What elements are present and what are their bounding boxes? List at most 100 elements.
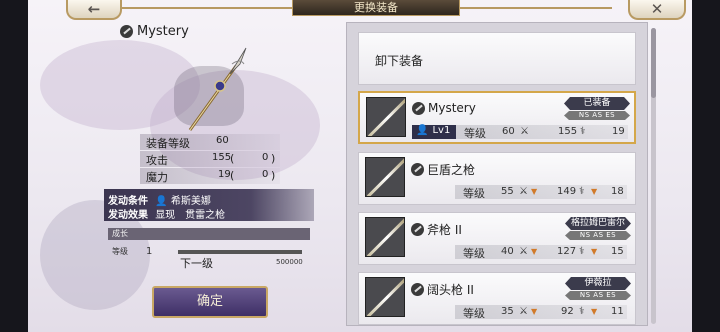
skill-trigger: 发动条件 👤 希斯美娜 <box>108 192 211 207</box>
card-level: 40 <box>501 246 514 257</box>
sword-icon: ⚔ <box>519 306 528 317</box>
person-icon: 👤 <box>416 125 429 136</box>
spear-type-icon <box>411 283 424 296</box>
level-label: 等级 <box>463 247 485 260</box>
stat-value: 155 <box>212 152 232 163</box>
level-label: 等级 <box>463 187 485 200</box>
level-badge: 👤 Lv1 <box>412 125 456 139</box>
staff-icon: ⚕ <box>579 246 585 257</box>
paren-open: ( <box>230 152 235 165</box>
card-name: 斧枪 II <box>427 223 462 237</box>
card-level: 55 <box>501 186 514 197</box>
level-label: 等级 <box>464 127 486 140</box>
level-label: 等级 <box>463 307 485 320</box>
card-stats: 等级 55 ⚔ ▼ 149 ⚕ ▼ 18 <box>455 185 627 200</box>
growth-progress-bar <box>178 250 302 254</box>
paren-close: ) <box>271 169 276 182</box>
tribe-tags: NS AS ES <box>564 111 630 120</box>
equipment-card[interactable]: 斧枪 II 等级 40 ⚔ ▼ 127 ⚕ ▼ 15 格拉姆巴雷尔 NS AS … <box>358 212 636 265</box>
skill-effect-value: 显现 贯雷之枪 <box>155 210 226 221</box>
equipment-card[interactable]: 巨盾之枪 等级 55 ⚔ ▼ 149 ⚕ ▼ 18 <box>358 152 636 205</box>
growth-level: 1 <box>146 246 153 257</box>
card-title: 巨盾之枪 <box>411 161 475 178</box>
down-arrow-icon: ▼ <box>531 247 538 256</box>
spear-type-icon <box>411 163 424 176</box>
staff-icon: ⚕ <box>579 186 585 197</box>
card-lv: Lv1 <box>432 125 451 136</box>
stat-value: 60 <box>216 135 229 146</box>
card-level: 60 <box>502 126 515 137</box>
card-magic: 15 <box>611 246 624 257</box>
growth-header: 成长 <box>108 228 310 240</box>
card-title: Mystery <box>412 101 476 115</box>
right-edge <box>692 0 720 332</box>
stat-bonus: 0 <box>262 169 269 180</box>
down-arrow-icon: ▼ <box>531 307 538 316</box>
equipped-by-tag: 伊薇拉 <box>565 277 631 290</box>
stat-label: 攻击 <box>146 154 168 167</box>
weapon-image <box>188 47 247 131</box>
stat-row-magic: 魔力 19 ( 0 ) <box>140 168 280 184</box>
next-level-label: 下一级 <box>180 257 213 270</box>
spear-type-icon <box>411 223 424 236</box>
weapon-thumbnail <box>365 277 405 317</box>
paren-close: ) <box>271 152 276 165</box>
card-name: Mystery <box>428 101 476 115</box>
tribe-tags: NS AS ES <box>565 291 631 300</box>
equipped-by-tag: 格拉姆巴雷尔 <box>565 217 631 230</box>
weapon-thumbnail <box>365 157 405 197</box>
confirm-button[interactable]: 确定 <box>152 286 268 318</box>
weapon-thumbnail <box>366 97 406 137</box>
staff-icon: ⚕ <box>580 126 586 137</box>
staff-icon: ⚕ <box>579 306 585 317</box>
close-icon: ✕ <box>650 0 664 18</box>
paren-open: ( <box>230 169 235 182</box>
sword-icon: ⚔ <box>520 126 529 137</box>
card-name: 巨盾之枪 <box>427 163 476 177</box>
card-magic: 11 <box>611 306 624 317</box>
card-attack: 149 <box>557 186 577 197</box>
equipment-card[interactable]: Mystery 👤 Lv1 等级 60 ⚔ 155 ⚕ 19 已装备 NS AS … <box>358 91 636 144</box>
skill-effect-label: 发动效果 <box>108 210 148 221</box>
card-stats: 等级 40 ⚔ ▼ 127 ⚕ ▼ 15 <box>455 245 627 260</box>
spear-type-icon <box>120 25 133 38</box>
close-button[interactable]: ✕ <box>628 0 686 20</box>
weapon-thumbnail <box>365 217 405 257</box>
scrollbar-thumb[interactable] <box>651 28 656 98</box>
growth-level-label: 等级 <box>112 247 128 256</box>
card-magic: 19 <box>612 126 625 137</box>
weapon-title: Mystery <box>120 24 189 39</box>
arrow-left-icon: ← <box>87 0 101 18</box>
page-title: 更换装备 <box>292 0 460 16</box>
spear-type-icon <box>412 101 425 115</box>
skill-effect: 发动效果 显现 贯雷之枪 <box>108 206 225 221</box>
left-edge <box>0 0 28 332</box>
card-name: 阔头枪 II <box>427 283 474 297</box>
card-title: 阔头枪 II <box>411 281 474 298</box>
back-button[interactable]: ← <box>66 0 122 20</box>
card-stats: 等级 60 ⚔ 155 ⚕ 19 <box>456 125 628 140</box>
stat-row-level: 装备等级 60 <box>140 134 280 150</box>
stat-value: 19 <box>218 169 231 180</box>
down-arrow-icon: ▼ <box>531 187 538 196</box>
skill-box: 发动条件 👤 希斯美娜 发动效果 显现 贯雷之枪 <box>104 189 314 221</box>
stat-label: 装备等级 <box>146 137 190 150</box>
down-arrow-icon: ▼ <box>591 247 598 256</box>
card-attack: 127 <box>557 246 577 257</box>
unequip-button[interactable]: 卸下装备 <box>358 32 636 85</box>
stat-label: 魔力 <box>146 171 168 184</box>
stat-row-attack: 攻击 155 ( 0 ) <box>140 151 280 167</box>
weapon-name: Mystery <box>137 24 189 39</box>
stat-bonus: 0 <box>262 152 269 163</box>
card-title: 斧枪 II <box>411 221 462 238</box>
sword-icon: ⚔ <box>519 186 528 197</box>
sword-icon: ⚔ <box>519 246 528 257</box>
equipped-tag: 已装备 <box>564 97 630 110</box>
card-magic: 18 <box>611 186 624 197</box>
card-stats: 等级 35 ⚔ ▼ 92 ⚕ ▼ 11 <box>455 305 627 320</box>
equipment-card[interactable]: 阔头枪 II 等级 35 ⚔ ▼ 92 ⚕ ▼ 11 伊薇拉 NS AS ES <box>358 272 636 325</box>
card-attack: 155 <box>558 126 578 137</box>
down-arrow-icon: ▼ <box>591 187 598 196</box>
card-attack: 92 <box>561 306 574 317</box>
next-level-value: 500000 <box>276 258 303 266</box>
